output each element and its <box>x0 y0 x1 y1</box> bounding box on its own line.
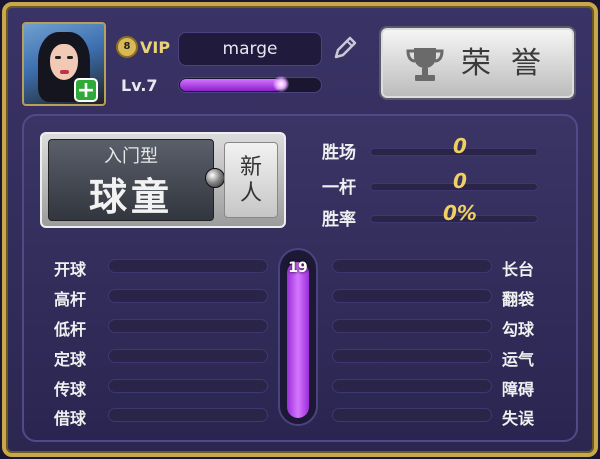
skill-label-pass-shot: 传球 <box>54 380 87 399</box>
skill-label-obstacle: 障碍 <box>502 380 535 399</box>
player-level: Lv.7 <box>121 76 158 95</box>
xp-bar-fill <box>180 79 281 91</box>
rank-tag-text: 新人 <box>239 155 262 206</box>
stat-value-wins: 0 <box>453 134 467 158</box>
rank-type: 入门型 <box>104 146 158 167</box>
skill-label-high-shot: 高杆 <box>54 290 87 309</box>
pencil-icon[interactable] <box>330 33 360 63</box>
center-meter-fill <box>287 262 309 418</box>
center-meter-value: 19 <box>288 260 308 276</box>
skill-label-combo-shot: 借球 <box>54 409 87 428</box>
skill-bar <box>332 319 492 333</box>
vip-level-badge: 8 <box>116 36 138 58</box>
skill-label-stop-shot: 定球 <box>54 350 87 369</box>
skill-label-long-shot: 长台 <box>502 260 535 279</box>
rank-tag: 新人 <box>224 142 278 218</box>
skill-bar <box>332 379 492 393</box>
skill-bar <box>108 319 268 333</box>
honor-label: 荣誉 <box>461 46 561 81</box>
honor-button[interactable]: 荣誉 <box>381 28 574 98</box>
add-friend-plus-icon[interactable]: + <box>74 78 98 102</box>
skill-bar <box>332 259 492 273</box>
rank-name: 球童 <box>88 175 173 219</box>
skill-bar <box>108 379 268 393</box>
skill-label-curve-shot: 勾球 <box>502 320 535 339</box>
trophy-icon <box>406 48 444 81</box>
skill-label-bank-shot: 翻袋 <box>502 290 535 309</box>
skill-label-break: 开球 <box>54 260 87 279</box>
skill-label-low-shot: 低杆 <box>54 320 87 339</box>
skill-label-luck: 运气 <box>502 350 535 369</box>
xp-bar-glow <box>273 76 289 92</box>
stat-value-win-rate: 0% <box>443 201 477 225</box>
stat-value-one-shot: 0 <box>453 169 467 193</box>
skill-bar <box>108 349 268 363</box>
stat-label-one-shot: 一杆 <box>322 178 356 198</box>
stat-label-win-rate: 胜率 <box>322 210 356 230</box>
vip-label: VIP <box>140 38 171 57</box>
skill-bar <box>108 408 268 422</box>
ball-icon <box>205 168 225 188</box>
skill-label-mistake: 失误 <box>502 409 535 428</box>
username-field[interactable]: marge <box>178 32 322 66</box>
skill-bar <box>332 408 492 422</box>
skill-bar <box>108 259 268 273</box>
skill-bar <box>108 289 268 303</box>
skill-bar <box>332 349 492 363</box>
skill-bar <box>332 289 492 303</box>
stat-label-wins: 胜场 <box>322 143 356 163</box>
